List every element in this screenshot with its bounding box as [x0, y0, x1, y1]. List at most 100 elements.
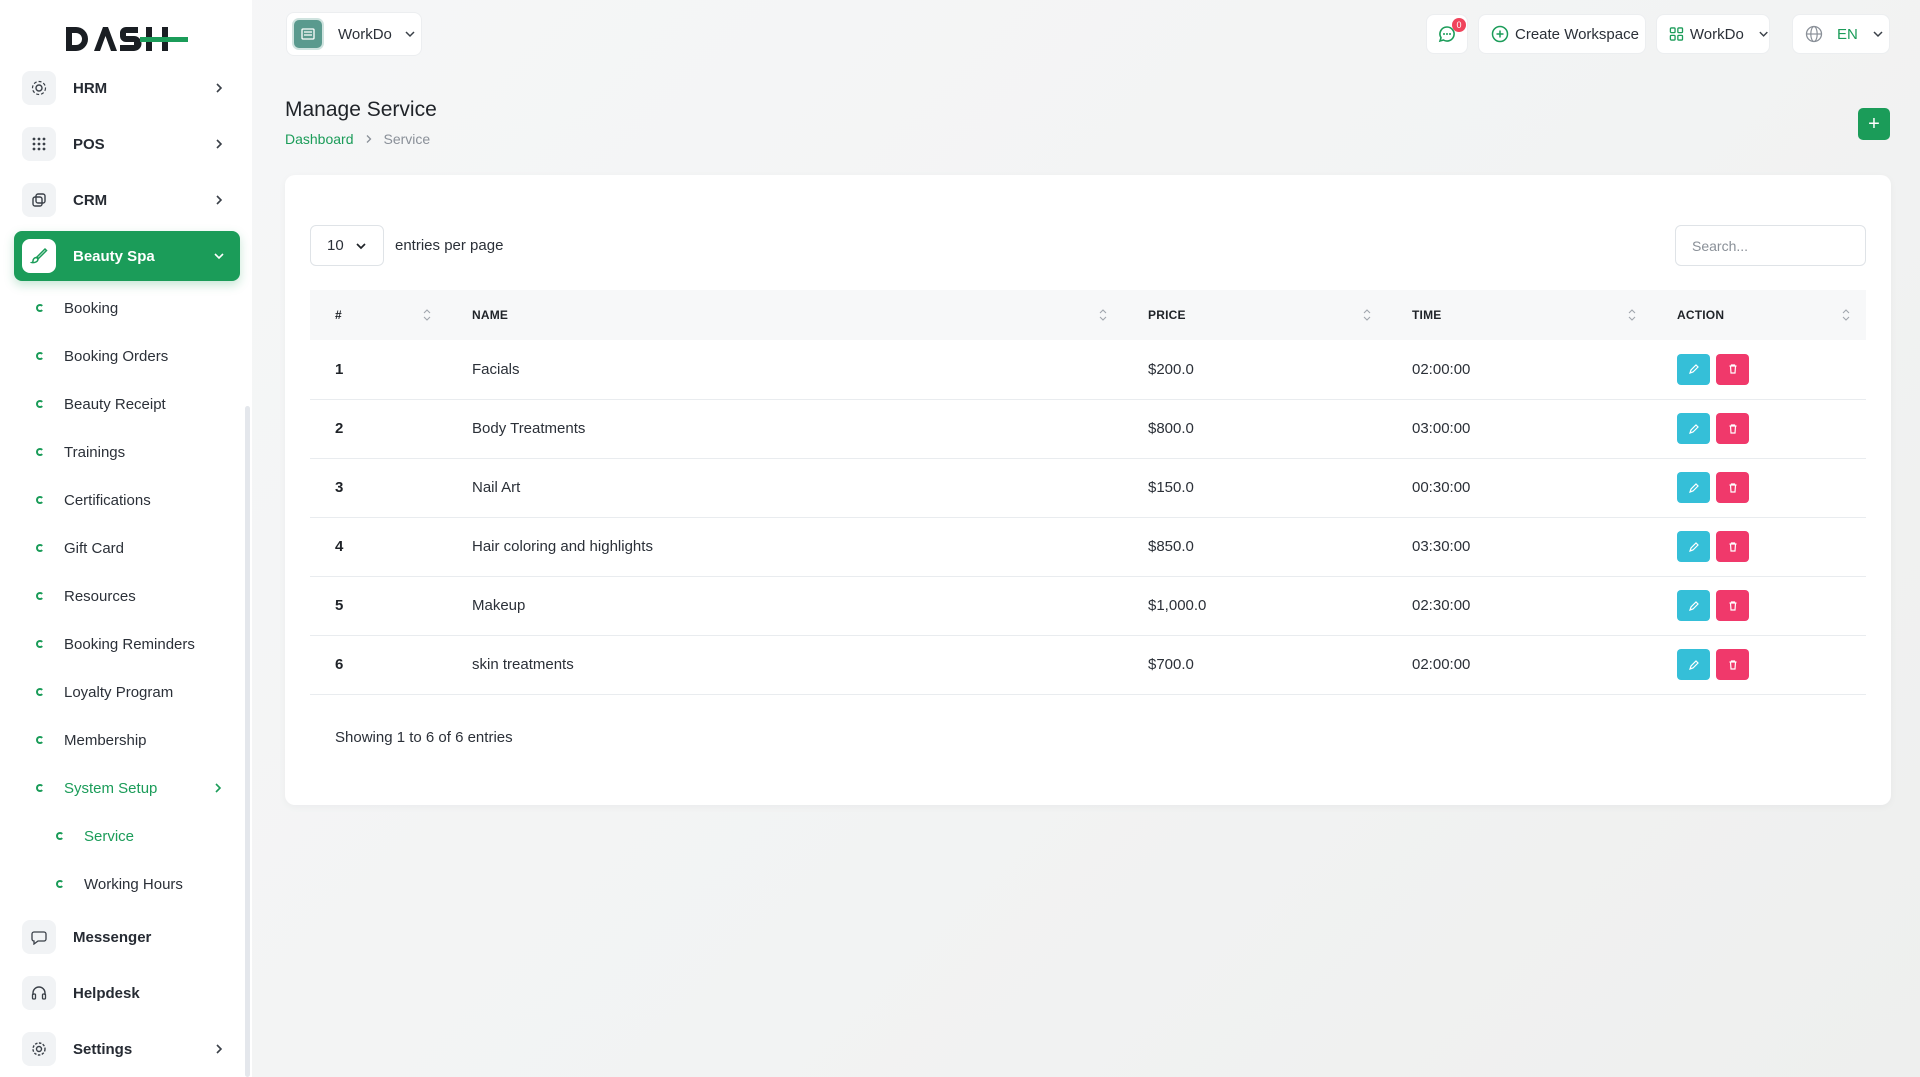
cell-time: 03:30:00 — [1387, 517, 1652, 577]
sidebar-subitem-booking-orders[interactable]: Booking Orders — [36, 344, 168, 368]
column-header-label: PRICE — [1148, 308, 1186, 322]
column-header-number[interactable]: # — [310, 290, 447, 340]
trash-icon — [1729, 659, 1736, 670]
sort-icon — [423, 309, 431, 321]
language-selector[interactable]: EN — [1792, 14, 1890, 54]
sidebar-item-messenger[interactable]: Messenger — [14, 912, 240, 962]
sidebar-subitem-system-setup[interactable]: System Setup — [36, 776, 226, 800]
column-header-label: TIME — [1412, 308, 1442, 322]
chevron-right-icon — [216, 195, 223, 205]
bullet-icon — [36, 688, 44, 696]
workspace-selector[interactable]: WorkDo — [286, 12, 422, 56]
edit-button[interactable] — [1677, 531, 1710, 562]
sidebar-item-helpdesk[interactable]: Helpdesk — [14, 968, 240, 1018]
cell-name: skin treatments — [447, 635, 1123, 695]
cell-time: 00:30:00 — [1387, 458, 1652, 518]
messages-button[interactable]: 0 — [1426, 14, 1468, 54]
delete-button[interactable] — [1716, 649, 1749, 680]
column-header-name[interactable]: NAME — [447, 290, 1123, 340]
bullet-icon — [36, 448, 44, 456]
sidebar-item-label: HRM — [73, 79, 108, 97]
chevron-right-icon — [216, 1044, 223, 1054]
message-icon — [22, 920, 56, 954]
cell-number: 2 — [310, 399, 447, 459]
edit-button[interactable] — [1677, 472, 1710, 503]
chevron-right-icon — [366, 135, 371, 143]
chevron-down-icon — [356, 243, 366, 250]
sidebar-subitem-label: Service — [84, 827, 135, 845]
delete-button[interactable] — [1716, 353, 1749, 385]
sidebar-subitem-booking[interactable]: Booking — [36, 296, 118, 320]
sidebar-subitem-label: Beauty Receipt — [64, 395, 166, 413]
sidebar-subitem-beauty-receipt[interactable]: Beauty Receipt — [36, 392, 166, 416]
delete-button[interactable] — [1716, 472, 1749, 503]
sidebar-subitem-label: Certifications — [64, 491, 151, 509]
column-header-action[interactable]: ACTION — [1652, 290, 1866, 340]
edit-button[interactable] — [1677, 413, 1710, 444]
breadcrumb-dashboard-link[interactable]: Dashboard — [285, 131, 354, 147]
table-header-row: # NAME PRICE TIME ACTION — [310, 290, 1866, 340]
column-header-time[interactable]: TIME — [1387, 290, 1652, 340]
edit-button[interactable] — [1677, 353, 1710, 385]
sidebar-subitem-trainings[interactable]: Trainings — [36, 440, 125, 464]
table-info: Showing 1 to 6 of 6 entries — [335, 729, 513, 746]
workspace-logo-icon — [292, 18, 324, 50]
sidebar-subitem-gift-card[interactable]: Gift Card — [36, 536, 124, 560]
entries-per-page-select[interactable]: 10 — [310, 225, 384, 266]
edit-button[interactable] — [1677, 590, 1710, 621]
delete-button[interactable] — [1716, 413, 1749, 444]
sidebar-item-crm[interactable]: CRM — [14, 175, 240, 225]
sidebar-subitem-booking-reminders[interactable]: Booking Reminders — [36, 632, 195, 656]
pencil-icon — [1688, 541, 1699, 552]
headset-icon — [22, 976, 56, 1010]
cell-number: 5 — [310, 576, 447, 636]
cell-actions — [1652, 635, 1866, 695]
create-workspace-label: Create Workspace — [1515, 25, 1639, 43]
column-header-label: NAME — [472, 308, 509, 322]
cell-price: $150.0 — [1123, 458, 1387, 518]
bullet-icon — [36, 544, 44, 552]
workspace-switch-button[interactable]: WorkDo — [1656, 14, 1770, 54]
add-service-button[interactable]: + — [1858, 108, 1890, 140]
delete-button[interactable] — [1716, 590, 1749, 621]
cell-time: 02:00:00 — [1387, 340, 1652, 400]
sidebar-subitem-label: Loyalty Program — [64, 683, 174, 701]
sidebar-subitem-working-hours[interactable]: Working Hours — [56, 872, 183, 896]
trash-icon — [1729, 600, 1736, 611]
dash-logo[interactable] — [64, 24, 190, 54]
sidebar-item-hrm[interactable]: HRM — [14, 63, 240, 113]
bullet-icon — [36, 304, 44, 312]
pencil-icon — [1688, 659, 1699, 670]
cell-number: 6 — [310, 635, 447, 695]
sort-icon — [1363, 309, 1371, 321]
sidebar-item-settings[interactable]: Settings — [14, 1024, 240, 1074]
cell-name: Nail Art — [447, 458, 1123, 518]
edit-button[interactable] — [1677, 649, 1710, 680]
search-input[interactable] — [1675, 225, 1866, 266]
pencil-icon — [1688, 600, 1699, 611]
bullet-icon — [56, 880, 64, 888]
sidebar-subitem-resources[interactable]: Resources — [36, 584, 136, 608]
chevron-right-icon — [216, 83, 223, 93]
sidebar-subitem-loyalty-program[interactable]: Loyalty Program — [36, 680, 173, 704]
cell-price: $850.0 — [1123, 517, 1387, 577]
cell-actions — [1652, 517, 1866, 577]
breadcrumb: Dashboard Service — [285, 131, 430, 147]
sort-icon — [1842, 309, 1850, 321]
cell-actions — [1652, 340, 1866, 400]
sidebar-subitem-label: Booking Orders — [64, 347, 169, 365]
crm-icon — [22, 183, 56, 217]
sidebar-subitem-service[interactable]: Service — [56, 824, 134, 848]
service-card: 10 entries per page # NAME PRICE TIME AC… — [285, 175, 1891, 805]
bullet-icon — [56, 832, 64, 840]
delete-button[interactable] — [1716, 531, 1749, 562]
sidebar-item-beauty-spa[interactable]: Beauty Spa — [14, 231, 240, 281]
sidebar-item-pos[interactable]: POS — [14, 119, 240, 169]
cell-price: $800.0 — [1123, 399, 1387, 459]
sidebar-subitem-membership[interactable]: Membership — [36, 728, 147, 752]
sidebar-scrollbar[interactable] — [245, 406, 250, 1077]
create-workspace-button[interactable]: Create Workspace — [1478, 14, 1646, 54]
column-header-price[interactable]: PRICE — [1123, 290, 1387, 340]
bullet-icon — [36, 784, 44, 792]
sidebar-subitem-certifications[interactable]: Certifications — [36, 488, 151, 512]
